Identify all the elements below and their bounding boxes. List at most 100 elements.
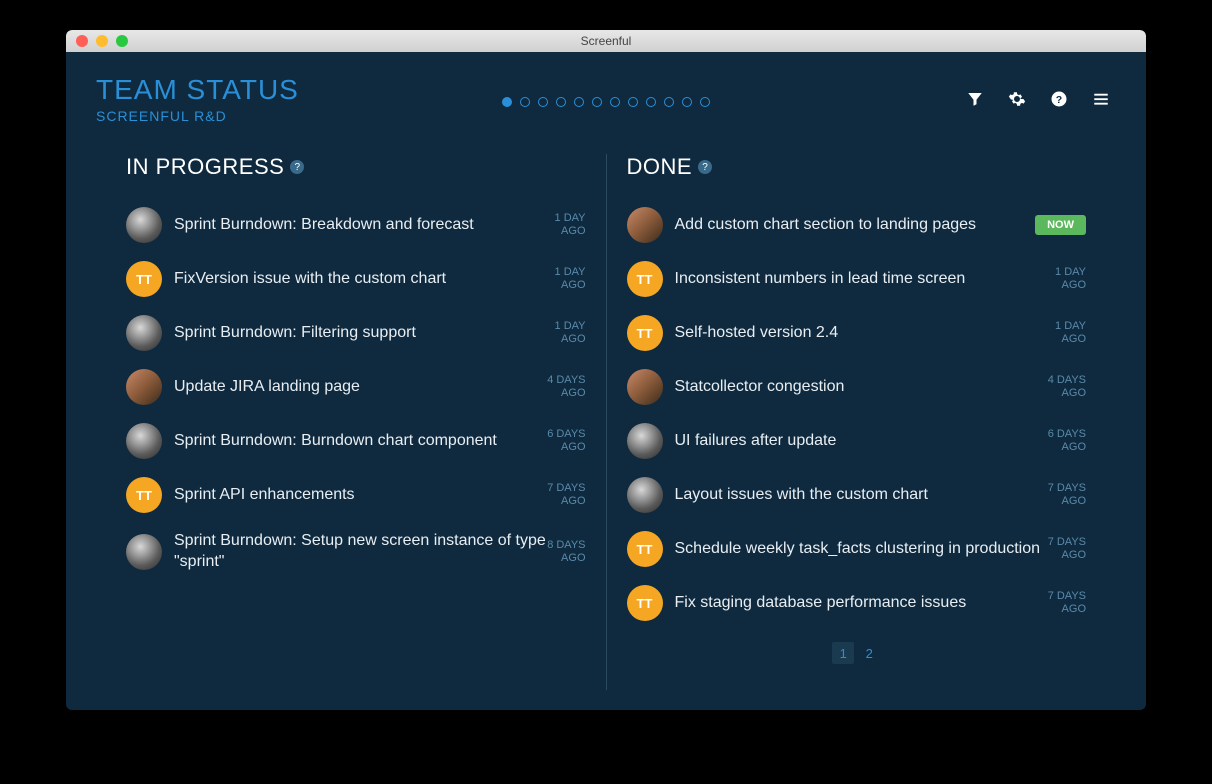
pager-dot[interactable] [700, 97, 710, 107]
task-timestamp: 6 DAYS AGO [1048, 428, 1086, 454]
task-row[interactable]: Add custom chart section to landing page… [627, 198, 1087, 252]
task-row[interactable]: Layout issues with the custom chart7 DAY… [627, 468, 1087, 522]
titlebar: Screenful [66, 30, 1146, 52]
task-timestamp: 8 DAYS AGO [547, 539, 585, 565]
task-row[interactable]: UI failures after update6 DAYS AGO [627, 414, 1087, 468]
header-actions: ? [966, 74, 1116, 108]
help-circle-icon[interactable]: ? [290, 160, 304, 174]
task-timestamp: 1 DAY AGO [555, 320, 586, 346]
task-timestamp: 1 DAY AGO [1055, 266, 1086, 292]
pager-dot[interactable] [610, 97, 620, 107]
task-row[interactable]: TT FixVersion issue with the custom chart… [126, 252, 586, 306]
app-window: Screenful TEAM STATUS SCREENFUL R&D ? IN… [66, 30, 1146, 710]
avatar [126, 534, 162, 570]
page-number[interactable]: 1 [832, 642, 854, 664]
page-title: TEAM STATUS [96, 74, 299, 106]
task-title: FixVersion issue with the custom chart [174, 269, 555, 290]
task-title: Self-hosted version 2.4 [675, 323, 1056, 344]
menu-icon[interactable] [1092, 90, 1110, 108]
in-progress-title: IN PROGRESS [126, 154, 284, 180]
task-title: Update JIRA landing page [174, 377, 547, 398]
task-title: Sprint Burndown: Burndown chart componen… [174, 431, 547, 452]
done-column: DONE ? Add custom chart section to landi… [607, 154, 1107, 690]
avatar [126, 207, 162, 243]
task-row[interactable]: Update JIRA landing page4 DAYS AGO [126, 360, 586, 414]
task-title: Statcollector congestion [675, 377, 1048, 398]
task-timestamp: 1 DAY AGO [555, 212, 586, 238]
task-title: UI failures after update [675, 431, 1048, 452]
avatar: TT [126, 261, 162, 297]
task-timestamp: 4 DAYS AGO [1048, 374, 1086, 400]
avatar: TT [126, 477, 162, 513]
task-row[interactable]: Sprint Burndown: Burndown chart componen… [126, 414, 586, 468]
header: TEAM STATUS SCREENFUL R&D ? [66, 52, 1146, 134]
task-title: Add custom chart section to landing page… [675, 215, 1036, 236]
task-title: Sprint Burndown: Setup new screen instan… [174, 531, 547, 573]
avatar [126, 423, 162, 459]
avatar: TT [627, 585, 663, 621]
task-title: Sprint API enhancements [174, 485, 547, 506]
task-timestamp: 7 DAYS AGO [547, 482, 585, 508]
avatar: TT [627, 531, 663, 567]
task-title: Layout issues with the custom chart [675, 485, 1048, 506]
in-progress-list: Sprint Burndown: Breakdown and forecast1… [126, 198, 586, 582]
pager-dot[interactable] [628, 97, 638, 107]
task-row[interactable]: TT Fix staging database performance issue… [627, 576, 1087, 630]
gear-icon[interactable] [1008, 90, 1026, 108]
task-timestamp: 7 DAYS AGO [1048, 536, 1086, 562]
avatar [627, 477, 663, 513]
in-progress-column: IN PROGRESS ? Sprint Burndown: Breakdown… [106, 154, 607, 690]
done-header: DONE ? [627, 154, 1087, 180]
pager-dot[interactable] [556, 97, 566, 107]
page-dots [502, 97, 710, 107]
task-title: Sprint Burndown: Breakdown and forecast [174, 215, 555, 236]
task-title: Fix staging database performance issues [675, 593, 1048, 614]
task-row[interactable]: Sprint Burndown: Breakdown and forecast1… [126, 198, 586, 252]
avatar [126, 369, 162, 405]
avatar [126, 315, 162, 351]
avatar [627, 369, 663, 405]
task-title: Schedule weekly task_facts clustering in… [675, 539, 1048, 560]
avatar [627, 423, 663, 459]
task-timestamp: 1 DAY AGO [555, 266, 586, 292]
task-row[interactable]: TT Inconsistent numbers in lead time scre… [627, 252, 1087, 306]
task-row[interactable]: TT Sprint API enhancements7 DAYS AGO [126, 468, 586, 522]
help-icon[interactable]: ? [1050, 90, 1068, 108]
pager-dot[interactable] [682, 97, 692, 107]
page-subtitle: SCREENFUL R&D [96, 108, 299, 124]
svg-text:?: ? [1056, 94, 1062, 106]
task-row[interactable]: TTSelf-hosted version 2.41 DAY AGO [627, 306, 1087, 360]
task-row[interactable]: Sprint Burndown: Setup new screen instan… [126, 522, 586, 582]
help-circle-icon[interactable]: ? [698, 160, 712, 174]
done-list: Add custom chart section to landing page… [627, 198, 1087, 630]
task-timestamp: 4 DAYS AGO [547, 374, 585, 400]
task-timestamp: 7 DAYS AGO [1048, 482, 1086, 508]
pager-dot[interactable] [538, 97, 548, 107]
pager-dot[interactable] [664, 97, 674, 107]
pager-dot[interactable] [574, 97, 584, 107]
window-title: Screenful [66, 34, 1146, 48]
pager-dot[interactable] [592, 97, 602, 107]
task-row[interactable]: TT Schedule weekly task_facts clustering … [627, 522, 1087, 576]
now-badge: NOW [1035, 215, 1086, 235]
task-title: Inconsistent numbers in lead time screen [675, 269, 1056, 290]
avatar: TT [627, 261, 663, 297]
avatar [627, 207, 663, 243]
page-number[interactable]: 2 [858, 642, 880, 664]
task-timestamp: 1 DAY AGO [1055, 320, 1086, 346]
task-row[interactable]: Statcollector congestion4 DAYS AGO [627, 360, 1087, 414]
pager-dot[interactable] [646, 97, 656, 107]
header-titles: TEAM STATUS SCREENFUL R&D [96, 74, 299, 124]
pager-dot[interactable] [520, 97, 530, 107]
in-progress-header: IN PROGRESS ? [126, 154, 586, 180]
done-title: DONE [627, 154, 693, 180]
task-row[interactable]: Sprint Burndown: Filtering support1 DAY … [126, 306, 586, 360]
filter-icon[interactable] [966, 90, 984, 108]
task-timestamp: 7 DAYS AGO [1048, 590, 1086, 616]
task-timestamp: 6 DAYS AGO [547, 428, 585, 454]
pager-dot[interactable] [502, 97, 512, 107]
columns: IN PROGRESS ? Sprint Burndown: Breakdown… [66, 134, 1146, 710]
done-pagination: 12 [627, 642, 1087, 664]
task-title: Sprint Burndown: Filtering support [174, 323, 555, 344]
app-body: TEAM STATUS SCREENFUL R&D ? IN PROGRESS … [66, 52, 1146, 710]
